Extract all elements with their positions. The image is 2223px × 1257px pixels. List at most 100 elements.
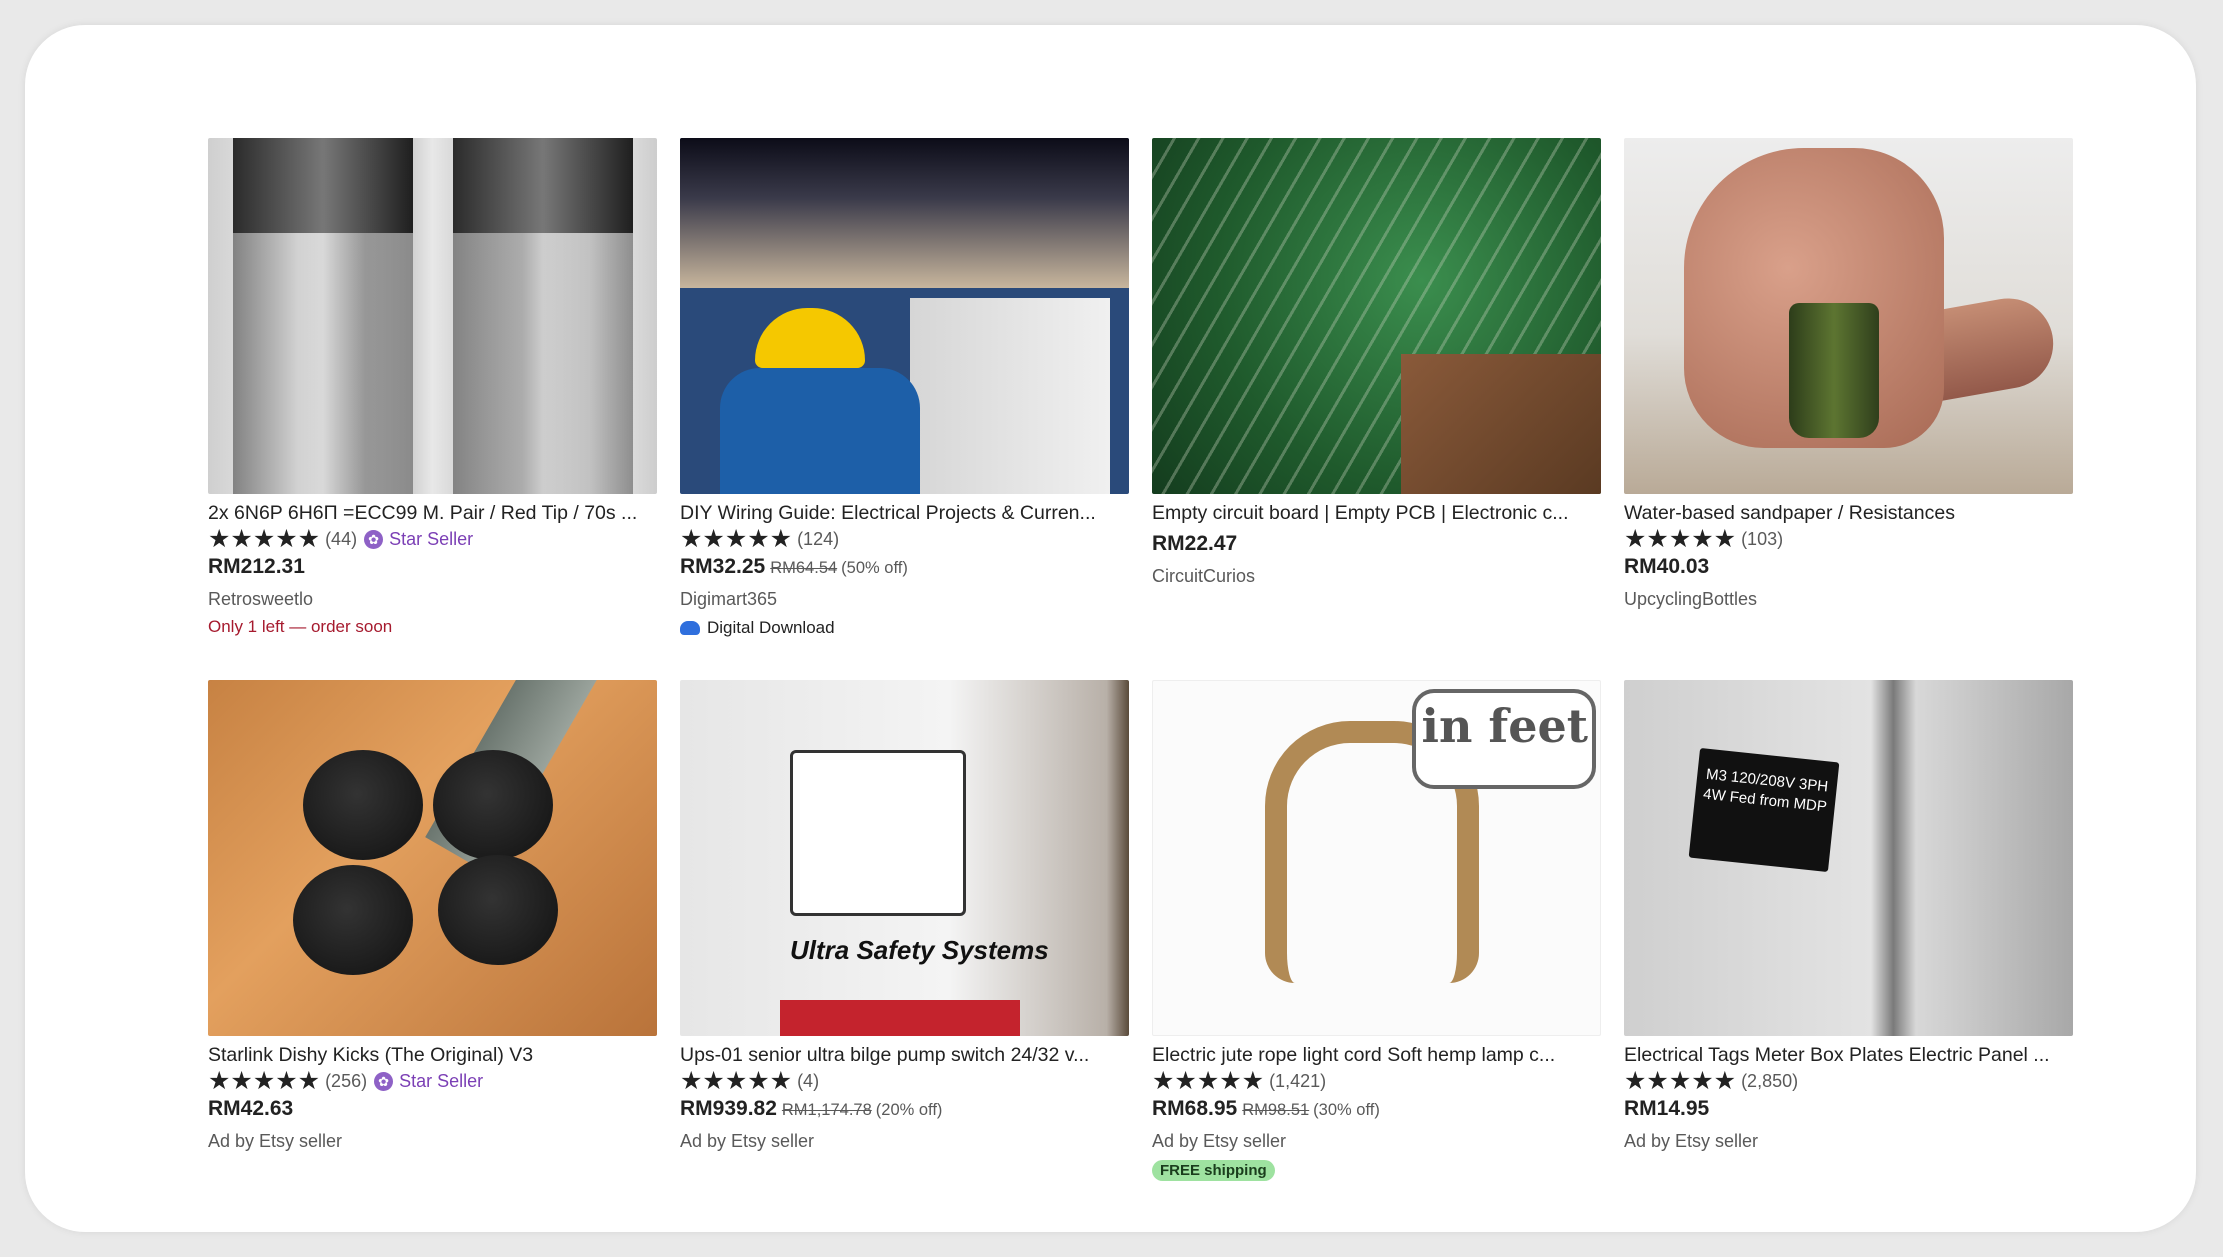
review-count: (4): [797, 1071, 820, 1091]
original-price: RM64.54: [770, 559, 838, 577]
listing-card[interactable]: Starlink Dishy Kicks (The Original) V3 ★…: [208, 680, 657, 1220]
digital-download-label: Digital Download: [707, 618, 835, 637]
listing-image[interactable]: [1152, 138, 1601, 494]
review-count: (44): [325, 529, 358, 549]
price-row: RM22.47: [1152, 532, 1601, 561]
listing-card[interactable]: 2x 6N6P 6Н6П =ECC99 M. Pair / Red Tip / …: [208, 138, 657, 680]
star-seller-badge: ✿ Star Seller: [364, 529, 473, 550]
listing-title[interactable]: Electric jute rope light cord Soft hemp …: [1152, 1042, 1601, 1068]
rating-stars: ★★★★★: [680, 1067, 793, 1095]
listing-title[interactable]: DIY Wiring Guide: Electrical Projects & …: [680, 500, 1129, 526]
tube-cap-shape: [453, 138, 633, 233]
listing-grid: 2x 6N6P 6Н6П =ECC99 M. Pair / Red Tip / …: [208, 138, 2073, 1220]
shop-name: Ad by Etsy seller: [1624, 1131, 1759, 1151]
rating-row: ★★★★★ (124): [680, 526, 1129, 553]
review-count: (103): [1741, 529, 1784, 549]
image-board-shape: [1401, 354, 1601, 494]
star-seller-label: Star Seller: [389, 529, 474, 549]
listing-image[interactable]: in feet: [1152, 680, 1601, 1036]
image-product-diagram: [790, 750, 966, 916]
price-row: RM939.82 RM1,174.78 (20% off): [680, 1097, 1129, 1126]
listing-title[interactable]: Starlink Dishy Kicks (The Original) V3: [208, 1042, 657, 1068]
image-panel-shape: [910, 298, 1110, 494]
price-row: RM212.31: [208, 555, 657, 584]
image-bubble-text: in feet: [1421, 699, 1588, 753]
listing-title[interactable]: Ups-01 senior ultra bilge pump switch 24…: [680, 1042, 1129, 1068]
listing-image[interactable]: [208, 680, 657, 1036]
price-row: RM32.25 RM64.54 (50% off): [680, 555, 1129, 584]
listing-card[interactable]: DIY Wiring Guide: Electrical Projects & …: [680, 138, 1129, 680]
review-count: (1,421): [1269, 1071, 1327, 1091]
cloud-download-icon: [680, 621, 700, 635]
listing-image[interactable]: [1624, 138, 2073, 494]
price-row: RM40.03: [1624, 555, 2073, 584]
listing-image[interactable]: Ultra Safety Systems: [680, 680, 1129, 1036]
image-glass-shape: [1789, 303, 1879, 438]
image-foot-shape: [293, 865, 413, 975]
discount: (50% off): [841, 559, 908, 577]
listing-image[interactable]: [680, 138, 1129, 494]
price-row: RM42.63: [208, 1097, 657, 1126]
review-count: (2,850): [1741, 1071, 1799, 1091]
rating-row: ★★★★★ (1,421): [1152, 1068, 1601, 1095]
image-foot-shape: [303, 750, 423, 860]
listing-image[interactable]: M3 120/208V 3PH 4W Fed from MDP: [1624, 680, 2073, 1036]
original-price: RM98.51: [1242, 1101, 1310, 1119]
listing-card[interactable]: M3 120/208V 3PH 4W Fed from MDP Electric…: [1624, 680, 2073, 1220]
star-seller-icon: ✿: [364, 530, 384, 549]
rating-stars: ★★★★★: [208, 1067, 321, 1095]
image-brand-text: Ultra Safety Systems: [790, 935, 1049, 965]
shop-name: Digimart365: [680, 589, 778, 609]
rating-stars: ★★★★★: [208, 525, 321, 553]
listing-price: RM32.25: [680, 555, 766, 578]
listing-price: RM14.95: [1624, 1097, 1710, 1120]
listing-price: RM42.63: [208, 1097, 294, 1120]
image-tag-plate: M3 120/208V 3PH 4W Fed from MDP: [1688, 747, 1840, 873]
rating-row: ★★★★★ (44) ✿ Star Seller: [208, 526, 657, 553]
listing-price: RM40.03: [1624, 555, 1710, 578]
rating-stars: ★★★★★: [680, 525, 793, 553]
tube-cap-shape: [233, 138, 413, 233]
rating-stars: ★★★★★: [1624, 1067, 1737, 1095]
image-foot-shape: [438, 855, 558, 965]
review-count: (256): [325, 1071, 368, 1091]
listing-price: RM212.31: [208, 555, 305, 578]
image-helmet-shape: [755, 308, 865, 368]
shop-name: Retrosweetlo: [208, 589, 314, 609]
rating-stars: ★★★★★: [1624, 525, 1737, 553]
star-seller-label: Star Seller: [399, 1071, 484, 1091]
results-panel: 2x 6N6P 6Н6П =ECC99 M. Pair / Red Tip / …: [25, 25, 2196, 1232]
listing-title[interactable]: 2x 6N6P 6Н6П =ECC99 M. Pair / Red Tip / …: [208, 500, 657, 526]
rating-row: ★★★★★ (2,850): [1624, 1068, 2073, 1095]
rating-row: ★★★★★ (256) ✿ Star Seller: [208, 1068, 657, 1095]
shop-name: Ad by Etsy seller: [208, 1131, 343, 1151]
listing-price: RM68.95: [1152, 1097, 1238, 1120]
price-row: RM68.95 RM98.51 (30% off): [1152, 1097, 1601, 1126]
image-top-photo: [680, 138, 1129, 288]
digital-download-badge: Digital Download: [680, 618, 1129, 638]
listing-image[interactable]: [208, 138, 657, 494]
rating-row: ★★★★★ (4): [680, 1068, 1129, 1095]
discount: (20% off): [875, 1101, 943, 1119]
shop-name: Ad by Etsy seller: [680, 1131, 815, 1151]
star-seller-icon: ✿: [374, 1072, 394, 1091]
star-seller-badge: ✿ Star Seller: [374, 1071, 483, 1092]
shop-name: UpcyclingBottles: [1624, 589, 1758, 609]
listing-title[interactable]: Electrical Tags Meter Box Plates Electri…: [1624, 1042, 2073, 1068]
shop-name: CircuitCurios: [1152, 566, 1256, 586]
original-price: RM1,174.78: [781, 1101, 872, 1119]
discount: (30% off): [1313, 1101, 1380, 1119]
rating-row: ★★★★★ (103): [1624, 526, 2073, 553]
price-row: RM14.95: [1624, 1097, 2073, 1126]
listing-title[interactable]: Water-based sandpaper / Resistances: [1624, 500, 2073, 526]
shop-name: Ad by Etsy seller: [1152, 1131, 1287, 1151]
listing-title[interactable]: Empty circuit board | Empty PCB | Electr…: [1152, 500, 1601, 526]
listing-card[interactable]: in feet Electric jute rope light cord So…: [1152, 680, 1601, 1220]
stock-note: Only 1 left — order soon: [208, 617, 393, 636]
listing-card[interactable]: Water-based sandpaper / Resistances ★★★★…: [1624, 138, 2073, 680]
listing-price: RM939.82: [680, 1097, 777, 1120]
listing-card[interactable]: Ultra Safety Systems Ups-01 senior ultra…: [680, 680, 1129, 1220]
image-red-label: [780, 1000, 1020, 1036]
free-shipping-badge: FREE shipping: [1152, 1160, 1275, 1181]
listing-card[interactable]: Empty circuit board | Empty PCB | Electr…: [1152, 138, 1601, 680]
